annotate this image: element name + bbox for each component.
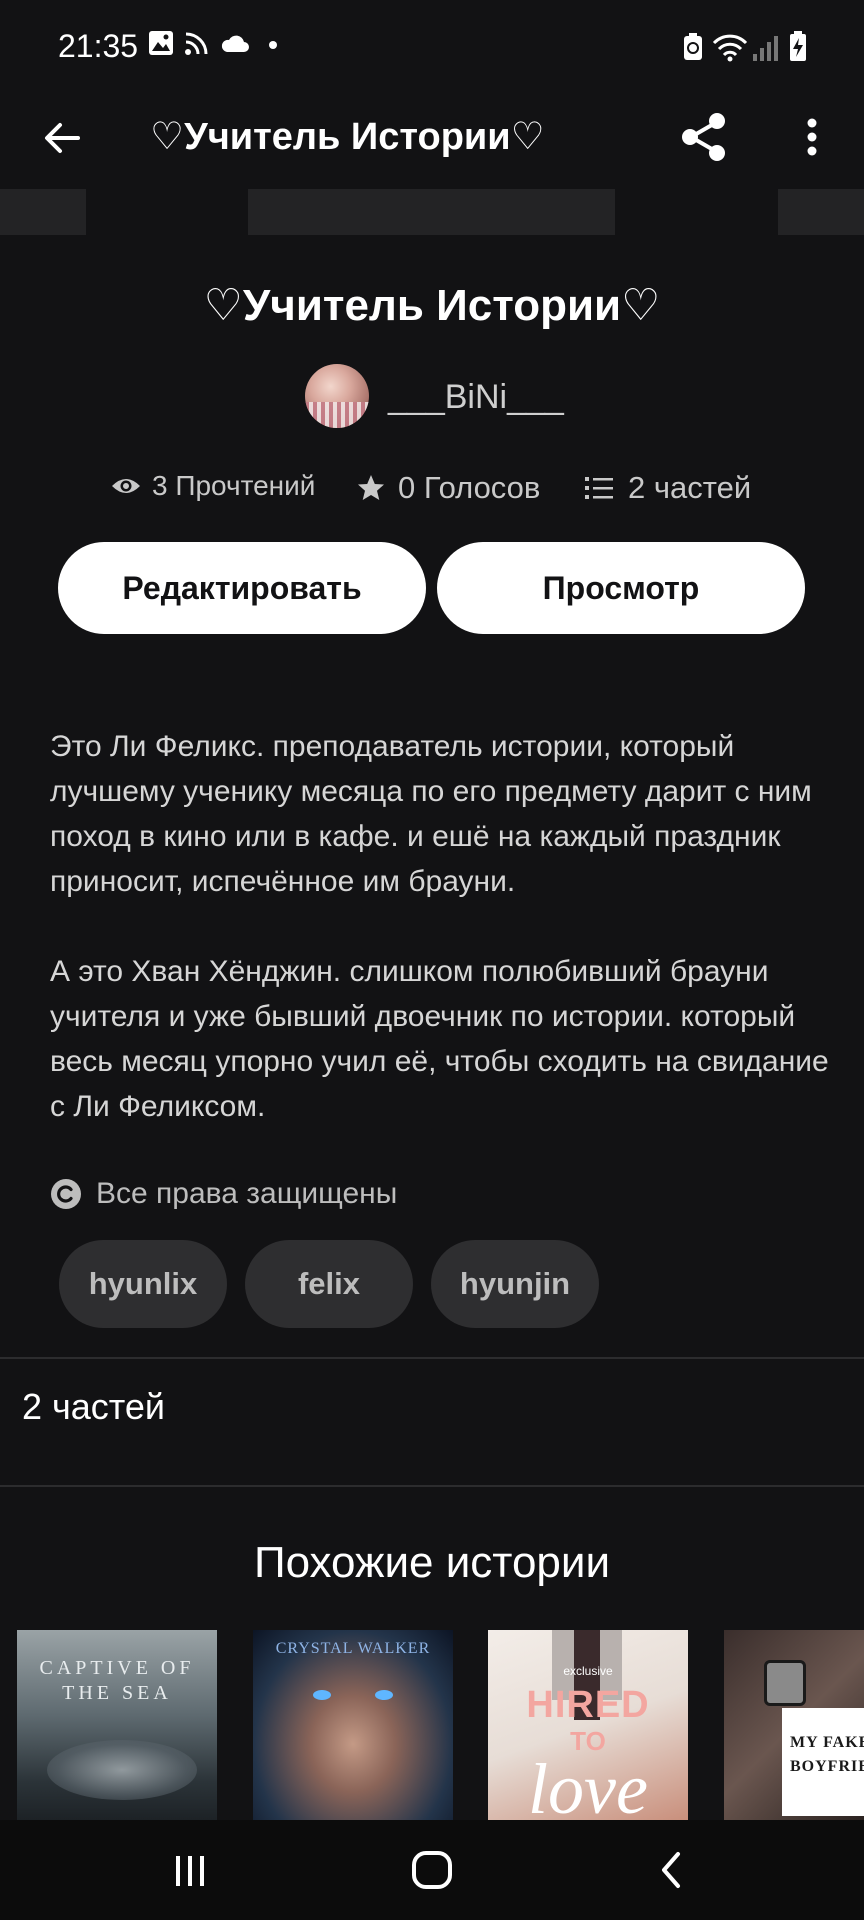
cover-title: love	[528, 1749, 648, 1820]
eye-icon	[112, 479, 140, 493]
copyright-icon	[51, 1179, 81, 1209]
cover-art	[375, 1690, 393, 1700]
recents-icon	[176, 1856, 204, 1886]
story-title: ♡Учитель Истории♡	[203, 281, 661, 330]
back-icon	[662, 1852, 680, 1888]
parts-count-stat: 2 частей	[628, 470, 752, 505]
battery-saver-icon	[684, 33, 702, 60]
cover-art	[313, 1690, 331, 1700]
copyright-row: Все права защищены	[50, 1174, 397, 1214]
divider	[0, 1485, 864, 1487]
tag-chip[interactable]: felix	[245, 1240, 413, 1328]
reads-count: 3 Прочтений	[152, 470, 316, 501]
cover-strip-center	[248, 189, 615, 235]
nav-back-button[interactable]	[632, 1840, 712, 1900]
cover-art	[47, 1740, 197, 1800]
share-icon	[682, 113, 725, 161]
cover-art	[764, 1660, 806, 1706]
similar-story-cover[interactable]: exclusive HIRED TO love	[488, 1630, 688, 1820]
back-arrow-icon	[45, 123, 80, 153]
cloud-icon	[221, 35, 249, 52]
home-icon	[412, 1851, 452, 1889]
view-button[interactable]: Просмотр	[437, 542, 805, 634]
dot-icon	[269, 41, 277, 49]
similar-story-cover[interactable]: CAPTIVE OF THE SEA	[17, 1630, 217, 1820]
votes-stat: 0 Голосов	[356, 470, 540, 506]
author-name[interactable]: ___BiNi___	[388, 378, 564, 417]
parts-stat: 2 частей	[584, 470, 751, 506]
signal-icon	[753, 36, 778, 61]
star-icon	[358, 475, 384, 500]
more-vert-icon	[807, 118, 817, 156]
divider	[0, 1357, 864, 1359]
edit-button[interactable]: Редактировать	[58, 542, 426, 634]
home-button[interactable]	[392, 1840, 472, 1900]
cover-title: BOYFRIEN	[790, 1758, 864, 1775]
cover-strip-right	[778, 189, 864, 235]
app-bar: ♡Учитель Истории♡	[0, 96, 864, 188]
image-icon	[149, 31, 173, 55]
list-icon	[585, 477, 613, 499]
similar-story-cover[interactable]: CRYSTAL WALKER	[253, 1630, 453, 1820]
battery-charging-icon	[790, 31, 806, 61]
author-row[interactable]: ___BiNi___	[0, 364, 864, 430]
votes-count: 0 Голосов	[398, 470, 541, 505]
stats-row: 3 Прочтений 0 Голосов 2 частей	[0, 470, 864, 510]
status-bar: 21:35	[0, 0, 864, 96]
reads-stat: 3 Прочтений	[110, 470, 315, 502]
status-clock: 21:35	[58, 28, 139, 64]
cover-title: CRYSTAL WALKER	[275, 1640, 431, 1657]
similar-stories-title: Похожие истории	[253, 1538, 611, 1587]
description-paragraph: А это Хван Хёнджин. слишком полюбивший б…	[50, 955, 829, 1123]
share-button[interactable]	[674, 102, 734, 172]
story-description: Это Ли Феликс. преподаватель истории, ко…	[50, 724, 830, 1174]
cover-badge: exclusive	[563, 1664, 613, 1678]
cover-strip-left	[0, 189, 86, 235]
cast-icon	[185, 32, 208, 55]
cover-title: HIRED	[526, 1684, 650, 1726]
similar-story-cover[interactable]: MY FAKE BOYFRIEN	[724, 1630, 864, 1820]
copyright-text: Все права защищены	[96, 1177, 398, 1210]
recents-button[interactable]	[150, 1840, 230, 1900]
tag-chip[interactable]: hyunlix	[59, 1240, 227, 1328]
system-nav-bar	[0, 1820, 864, 1920]
description-paragraph: Это Ли Феликс. преподаватель истории, ко…	[50, 730, 812, 898]
parts-list-header[interactable]: 2 частей	[22, 1386, 165, 1428]
more-options-button[interactable]	[790, 102, 834, 172]
avatar[interactable]	[305, 364, 369, 428]
tag-chip[interactable]: hyunjin	[431, 1240, 599, 1328]
cover-title: CAPTIVE OF THE SEA	[39, 1657, 195, 1704]
back-button[interactable]	[34, 110, 90, 166]
cover-title: MY FAKE	[790, 1734, 864, 1751]
wifi-icon	[712, 34, 748, 62]
app-bar-title: ♡Учитель Истории♡	[150, 116, 545, 158]
